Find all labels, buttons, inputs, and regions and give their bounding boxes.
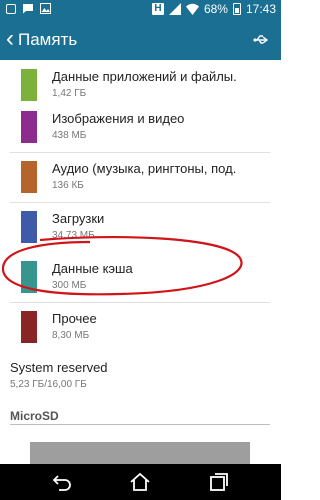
storage-item-cache[interactable]: Данные кэша 300 МБ [0, 252, 281, 302]
h-network-icon: H [151, 3, 164, 15]
back-button[interactable]: ‹ Память [6, 26, 77, 54]
color-swatch [21, 211, 37, 243]
wifi-icon [185, 3, 199, 15]
storage-item-label: Изображения и видео [52, 111, 185, 126]
storage-item-size: 438 МБ [52, 130, 87, 141]
storage-item-label: Данные кэша [52, 261, 133, 276]
color-swatch [21, 69, 37, 101]
image-icon [40, 3, 51, 14]
storage-item-size: 300 МБ [52, 280, 87, 291]
color-swatch [21, 161, 37, 193]
storage-item-label: Прочее [52, 311, 97, 326]
usb-icon[interactable] [253, 33, 269, 47]
storage-item-size: 8,30 МБ [52, 330, 90, 341]
status-bar: H 68% 17:43 [0, 0, 281, 20]
app-toolbar: ‹ Память [0, 20, 281, 60]
chevron-left-icon: ‹ [6, 24, 14, 52]
chat-icon [23, 4, 33, 14]
notification-box-icon [6, 3, 16, 14]
navigation-bar [0, 464, 281, 500]
storage-item-images-video[interactable]: Изображения и видео 438 МБ [0, 102, 281, 152]
color-swatch [21, 311, 37, 343]
storage-item-downloads[interactable]: Загрузки 34,73 МБ [0, 202, 281, 252]
storage-item-audio[interactable]: Аудио (музыка, рингтоны, под. 136 КБ [0, 152, 281, 202]
section-divider [10, 424, 270, 425]
storage-item-other[interactable]: Прочее 8,30 МБ [0, 302, 281, 352]
storage-item-label: Данные приложений и файлы. [52, 69, 237, 84]
storage-item-label: Загрузки [52, 211, 105, 226]
system-reserved-label: System reserved [10, 360, 108, 375]
back-icon[interactable] [50, 470, 74, 494]
page-title: Память [18, 30, 78, 49]
storage-item-size: 34,73 МБ [52, 230, 95, 241]
battery-percent: 68% [203, 2, 228, 16]
system-reserved-size: 5,23 ГБ/16,00 ГБ [10, 379, 87, 390]
microsd-usage-bar [30, 442, 250, 466]
system-reserved[interactable]: System reserved 5,23 ГБ/16,00 ГБ [10, 360, 108, 390]
clock: 17:43 [245, 2, 276, 16]
section-header-microsd: MicroSD [10, 409, 59, 423]
signal-icon [168, 3, 181, 15]
storage-item-size: 1,42 ГБ [52, 88, 87, 99]
storage-item-size: 136 КБ [52, 180, 84, 191]
storage-item-label: Аудио (музыка, рингтоны, под. [52, 161, 237, 176]
color-swatch [21, 111, 37, 143]
battery-icon [232, 3, 241, 15]
recent-apps-icon[interactable] [207, 470, 231, 494]
home-icon[interactable] [128, 470, 152, 494]
color-swatch [21, 261, 37, 293]
